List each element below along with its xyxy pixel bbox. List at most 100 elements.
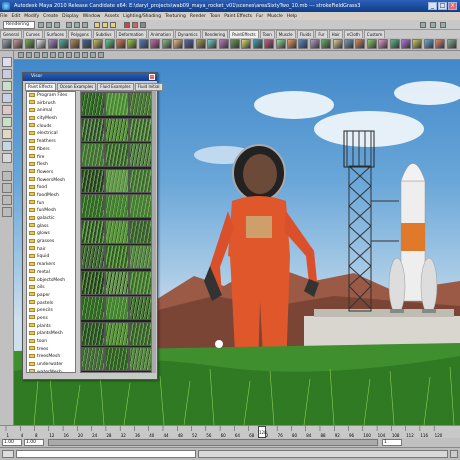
brush-thumbnail[interactable] — [105, 219, 129, 244]
visor-folder-item[interactable]: flowersMesh — [27, 177, 75, 185]
paint-effects-brush-icon[interactable] — [93, 39, 104, 49]
brush-thumbnail[interactable] — [129, 245, 151, 269]
render-settings-icon[interactable] — [140, 22, 146, 28]
persp-outliner-layout-icon[interactable] — [2, 195, 12, 205]
visor-folder-item[interactable]: airbrush — [27, 100, 75, 108]
show-channel-box-icon[interactable] — [440, 22, 446, 28]
show-tool-settings-icon[interactable] — [430, 22, 436, 28]
visor-folder-item[interactable]: liquid — [27, 253, 75, 261]
ipr-render-icon[interactable] — [132, 22, 138, 28]
menu-fur[interactable]: Fur — [256, 14, 263, 19]
save-scene-icon[interactable] — [54, 22, 60, 28]
brush-thumbnail[interactable] — [129, 92, 151, 116]
visor-folder-item[interactable]: animal — [27, 107, 75, 115]
paint-effects-brush-icon[interactable] — [116, 39, 126, 49]
brush-thumbnail[interactable] — [81, 219, 105, 244]
manipulator-tool-icon[interactable] — [2, 129, 12, 139]
visor-folder-item[interactable]: pens — [27, 315, 75, 323]
paint-effects-brush-icon[interactable] — [24, 39, 35, 49]
close-button[interactable]: x — [448, 2, 457, 10]
brush-thumbnail[interactable] — [105, 168, 129, 193]
brush-thumbnail[interactable] — [105, 347, 129, 371]
time-slider[interactable]: 1481216202428323640444852566064687276808… — [0, 425, 460, 438]
script-editor-icon[interactable] — [450, 450, 458, 458]
brush-thumbnail[interactable] — [105, 92, 129, 116]
range-bar[interactable] — [48, 439, 378, 446]
brush-thumbnail[interactable] — [129, 270, 151, 295]
brush-thumbnail[interactable] — [129, 219, 151, 244]
menu-display[interactable]: Display — [62, 14, 79, 19]
soft-mod-icon[interactable] — [2, 141, 12, 151]
shelf-tab-subdivs[interactable]: Subdivs — [92, 30, 115, 38]
visor-folder-item[interactable]: metal — [27, 269, 75, 277]
brush-thumbnail[interactable] — [105, 321, 129, 346]
new-scene-icon[interactable] — [38, 22, 44, 28]
menu-modify[interactable]: Modify — [24, 14, 39, 19]
shelf-tab-dynamics[interactable]: Dynamics — [174, 30, 201, 38]
menu-help[interactable]: Help — [287, 14, 297, 19]
menu-toon[interactable]: Toon — [210, 14, 220, 19]
paint-effects-brush-icon[interactable] — [435, 39, 446, 49]
wireframe-icon[interactable] — [26, 52, 32, 58]
shelf-tab-muscle[interactable]: Muscle — [275, 30, 296, 38]
film-gate-icon[interactable] — [90, 52, 96, 58]
paint-effects-brush-icon[interactable] — [309, 39, 320, 49]
maximize-button[interactable]: □ — [438, 2, 447, 10]
visor-folder-item[interactable]: treesMesh — [27, 353, 75, 361]
menu-file[interactable]: File — [0, 14, 8, 19]
persp-graph-layout-icon[interactable] — [2, 207, 12, 217]
menuset-dropdown[interactable]: Rendering — [3, 21, 35, 29]
visor-folder-item[interactable]: electrical — [27, 130, 75, 138]
visor-folder-item[interactable]: grasses — [27, 238, 75, 246]
brush-thumbnail[interactable] — [81, 245, 105, 269]
paint-effects-brush-icon[interactable] — [161, 39, 172, 49]
lights-icon[interactable] — [50, 52, 56, 58]
paint-effects-brush-icon[interactable] — [355, 39, 366, 49]
paint-effects-brush-icon[interactable] — [412, 39, 423, 49]
paint-effects-brush-icon[interactable] — [252, 39, 263, 49]
visor-folder-item[interactable]: galactic — [27, 215, 75, 223]
visor-folder-item[interactable]: fire — [27, 154, 75, 162]
lasso-tool-icon[interactable] — [2, 69, 12, 79]
brush-thumbnail[interactable] — [81, 194, 105, 218]
paint-effects-brush-icon[interactable] — [264, 39, 275, 49]
paint-effects-brush-icon[interactable] — [127, 39, 138, 49]
visor-folder-item[interactable]: flesh — [27, 161, 75, 169]
visor-folder-item[interactable]: markers — [27, 261, 75, 269]
rotate-tool-icon[interactable] — [2, 105, 12, 115]
mel-toggle-button[interactable] — [2, 450, 14, 458]
paint-effects-brush-icon[interactable] — [298, 39, 309, 49]
brush-thumbnail[interactable] — [81, 347, 105, 371]
shelf-tab-curves[interactable]: Curves — [22, 30, 43, 38]
brush-thumbnail[interactable] — [81, 92, 105, 116]
shelf-tab-custom[interactable]: Custom — [363, 30, 386, 38]
paint-effects-brush-icon[interactable] — [59, 39, 69, 49]
visor-thumbnail-grid[interactable] — [80, 91, 152, 373]
brush-thumbnail[interactable] — [129, 168, 151, 193]
open-scene-icon[interactable] — [46, 22, 52, 28]
select-tool-icon[interactable] — [2, 57, 12, 67]
paint-effects-brush-icon[interactable] — [138, 39, 149, 49]
visor-tab-paint-effects[interactable]: Paint Effects — [25, 83, 56, 91]
brush-thumbnail[interactable] — [81, 321, 105, 346]
visor-folder-item[interactable]: pencils — [27, 307, 75, 315]
menu-edit[interactable]: Edit — [12, 14, 21, 19]
paint-effects-brush-icon[interactable] — [332, 39, 343, 49]
brush-thumbnail[interactable] — [129, 117, 151, 142]
paint-effects-brush-icon[interactable] — [81, 39, 92, 49]
camera-icon[interactable] — [18, 52, 24, 58]
paint-effects-brush-icon[interactable] — [321, 39, 332, 49]
visor-folder-item[interactable]: trees — [27, 346, 75, 354]
paint-effects-brush-icon[interactable] — [173, 39, 183, 49]
paint-effects-brush-icon[interactable] — [207, 39, 218, 49]
shelf-tab-fluids[interactable]: Fluids — [296, 30, 315, 38]
command-input[interactable] — [16, 450, 196, 458]
brush-thumbnail[interactable] — [105, 194, 129, 218]
visor-folder-item[interactable]: underwater — [27, 361, 75, 369]
visor-folder-item[interactable]: Program Files — [27, 92, 75, 100]
visor-folder-item[interactable]: cityMesh — [27, 115, 75, 123]
paint-effects-brush-icon[interactable] — [218, 39, 229, 49]
four-view-layout-icon[interactable] — [2, 183, 12, 193]
paint-select-icon[interactable] — [2, 81, 12, 91]
show-attribute-editor-icon[interactable] — [420, 22, 426, 28]
